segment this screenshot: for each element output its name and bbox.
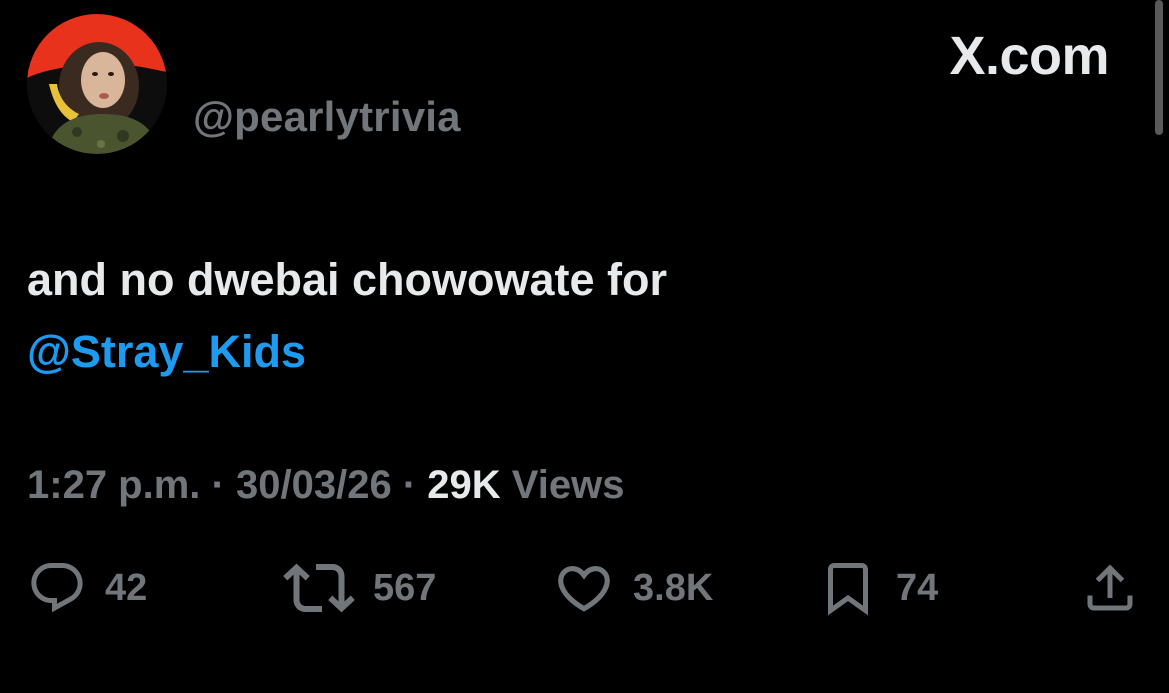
scrollbar[interactable]: [1155, 0, 1163, 135]
views-label: Views: [511, 463, 625, 507]
meta-separator: ·: [211, 463, 225, 507]
like-count: 3.8K: [633, 567, 714, 609]
tweet-text-line: and no dwebai chowowate for: [27, 254, 668, 305]
tweet-date[interactable]: 30/03/26: [236, 463, 392, 507]
reply-icon: [31, 563, 83, 613]
share-icon: [1087, 564, 1133, 611]
mention-link[interactable]: @Stray_Kids: [27, 316, 1127, 388]
bookmark-count: 74: [896, 567, 939, 609]
share-button[interactable]: [1080, 556, 1140, 620]
reply-count: 42: [105, 567, 148, 609]
tweet-time[interactable]: 1:27 p.m.: [27, 463, 200, 507]
author-handle[interactable]: @pearlytrivia: [193, 94, 461, 140]
brand-label: X.com: [949, 26, 1109, 86]
views-count: 29K: [427, 463, 501, 507]
heart-icon: [558, 566, 610, 612]
tweet-text: and no dwebai chowowate for @Stray_Kids: [27, 244, 1127, 388]
like-button[interactable]: 3.8K: [553, 556, 713, 620]
tweet-meta: 1:27 p.m. · 30/03/26 · 29K Views: [27, 460, 624, 510]
reply-button[interactable]: 42: [27, 556, 147, 620]
action-bar: 42 567 3.8K 74: [0, 556, 1169, 620]
meta-separator: ·: [402, 463, 417, 507]
repost-icon: [283, 563, 355, 613]
repost-button[interactable]: 567: [283, 556, 436, 620]
repost-count: 567: [373, 567, 437, 609]
bookmark-button[interactable]: 74: [818, 556, 938, 620]
avatar-image: [27, 14, 167, 154]
bookmark-icon: [828, 563, 868, 616]
avatar[interactable]: [27, 14, 167, 154]
